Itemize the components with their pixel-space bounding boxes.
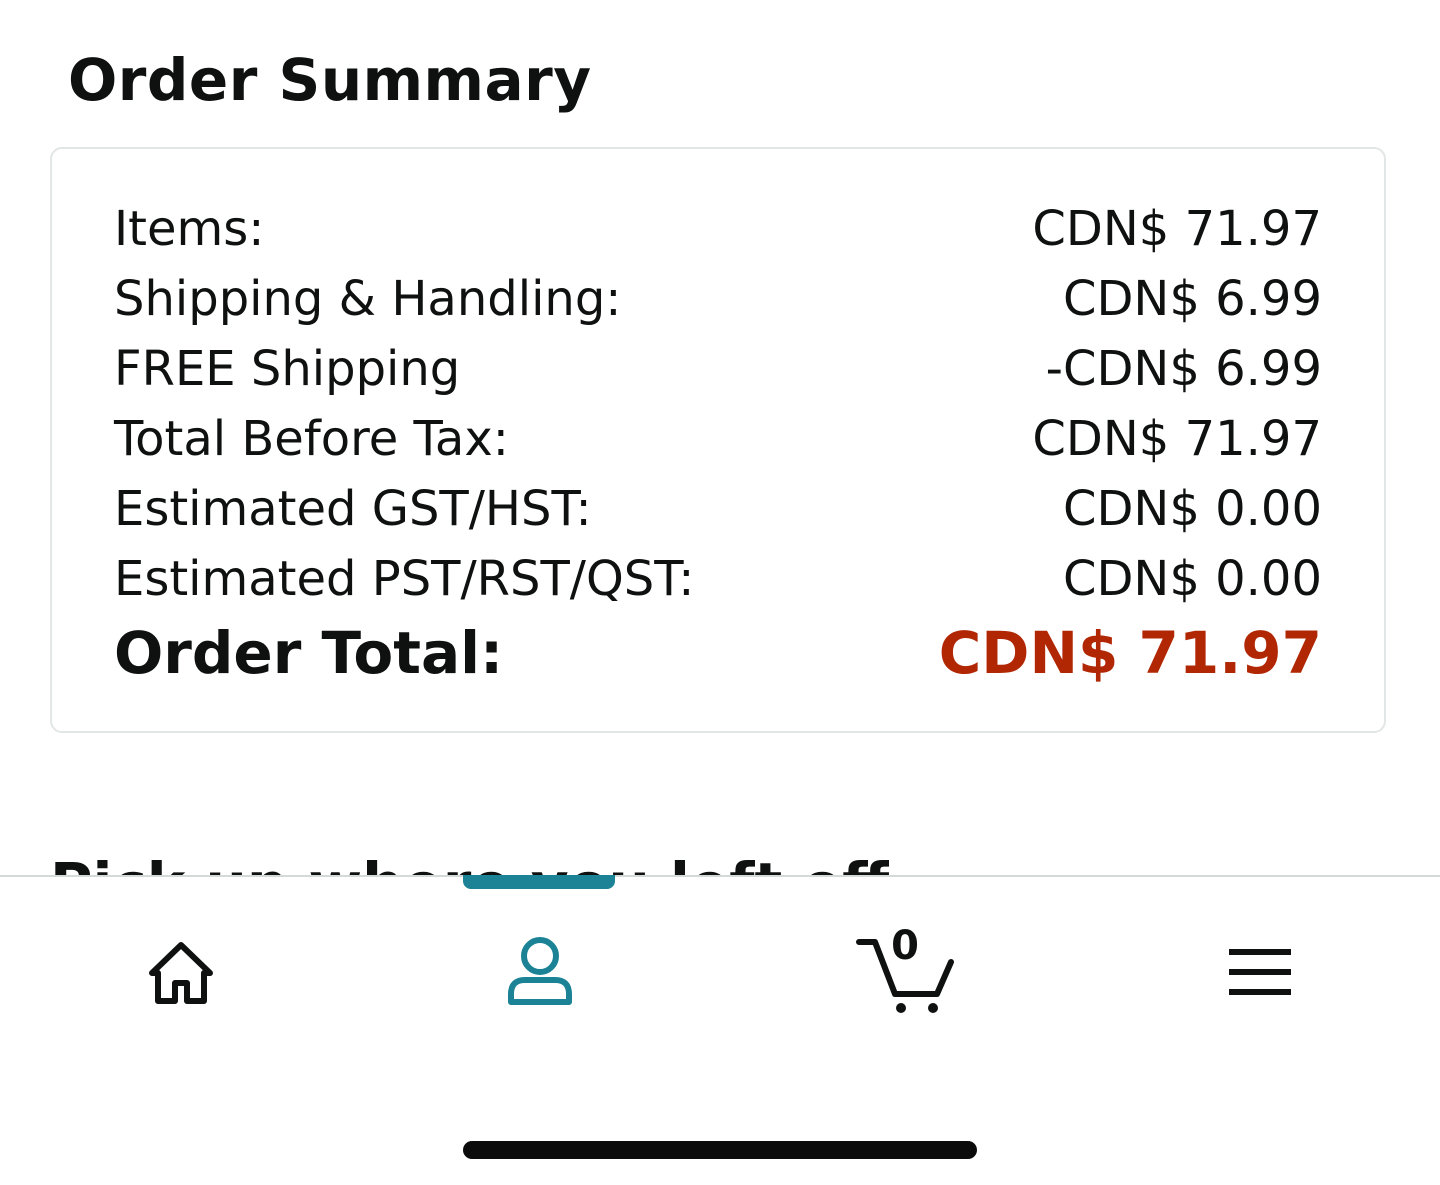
summary-row-value: CDN$ 0.00	[1062, 551, 1322, 607]
summary-row-label: Items:	[114, 201, 265, 257]
summary-row-value: CDN$ 0.00	[1062, 481, 1322, 537]
bottom-tab-bar: 0	[0, 875, 1440, 1185]
order-summary-heading: Order Summary	[68, 46, 592, 114]
person-icon	[508, 937, 572, 1005]
summary-row-value: CDN$ 71.97	[1032, 411, 1322, 467]
active-tab-indicator	[463, 875, 615, 889]
summary-row-label: Estimated PST/RST/QST:	[114, 551, 695, 607]
cart-icon-wrap: 0	[845, 922, 955, 1022]
summary-row-free-shipping: FREE Shipping -CDN$ 6.99	[114, 334, 1322, 404]
summary-row-label: Shipping & Handling:	[114, 271, 622, 327]
summary-row-pst-rst-qst: Estimated PST/RST/QST: CDN$ 0.00	[114, 544, 1322, 614]
summary-row-items: Items: CDN$ 71.97	[114, 194, 1322, 264]
hamburger-menu-icon	[1229, 949, 1291, 995]
home-indicator-bar[interactable]	[463, 1141, 977, 1159]
summary-row-shipping-handling: Shipping & Handling: CDN$ 6.99	[114, 264, 1322, 334]
summary-row-value: CDN$ 71.97	[1032, 201, 1322, 257]
tab-menu[interactable]	[1180, 917, 1340, 1027]
order-summary-card: Items: CDN$ 71.97 Shipping & Handling: C…	[50, 147, 1386, 733]
cart-count-badge: 0	[891, 923, 919, 969]
checkout-page: Order Summary Items: CDN$ 71.97 Shipping…	[0, 0, 1440, 1185]
summary-row-total-before-tax: Total Before Tax: CDN$ 71.97	[114, 404, 1322, 474]
order-summary-rows: Items: CDN$ 71.97 Shipping & Handling: C…	[114, 194, 1322, 692]
summary-row-gst-hst: Estimated GST/HST: CDN$ 0.00	[114, 474, 1322, 544]
summary-row-label: Estimated GST/HST:	[114, 481, 592, 537]
partial-section-heading: Pick up where you left off	[50, 848, 889, 876]
tab-home[interactable]	[101, 917, 261, 1027]
summary-row-label: Total Before Tax:	[114, 411, 509, 467]
order-total-row: Order Total: CDN$ 71.97	[114, 614, 1322, 692]
order-total-value: CDN$ 71.97	[938, 619, 1322, 687]
home-icon	[149, 942, 213, 1004]
tab-account[interactable]	[460, 917, 620, 1027]
order-total-label: Order Total:	[114, 619, 504, 687]
summary-row-value: -CDN$ 6.99	[1045, 341, 1322, 397]
summary-row-label: FREE Shipping	[114, 341, 461, 397]
tab-cart[interactable]: 0	[820, 917, 980, 1027]
summary-row-value: CDN$ 6.99	[1062, 271, 1322, 327]
